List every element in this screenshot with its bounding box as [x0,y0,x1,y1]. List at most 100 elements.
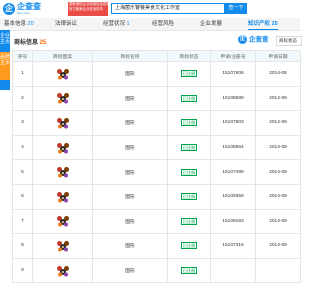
trademark-status-select[interactable]: 商标状态 [276,36,302,46]
table-row[interactable]: 4 图形 已注册 15108564 2014-08 [12,134,301,161]
cell-reg-no: 15108564 [210,134,256,161]
cell-status: 已注册 [167,61,211,87]
table-row[interactable]: 5 图形 已注册 15107489 2014-08 [12,159,301,185]
cell-reg-no: 15107316 [210,233,256,259]
cell-status: 已注册 [167,183,211,210]
cell-image [32,61,93,87]
table-row[interactable]: 2 图形 已注册 15108689 2014-08 [12,85,301,112]
cell-reg-no [210,257,256,284]
cell-status: 已注册 [167,233,211,259]
section-title: 商标信息 25 [14,40,47,46]
table-row[interactable]: 8 图形 已注册 15107316 2014-08 [12,233,301,259]
watermark-text: 企查查 [249,36,269,43]
trademark-image-icon [56,117,69,129]
status-badge: 已注册 [180,168,198,176]
status-badge: 已注册 [180,242,198,250]
status-badge: 已注册 [180,193,198,201]
notice-line-1: 国家授权企业信用信息查询平台 [69,2,108,6]
status-badge: 已注册 [180,267,198,275]
watermark-mark-icon: 企 [238,35,247,44]
table-row[interactable]: 6 图形 已注册 15109359 2014-08 [12,183,301,210]
cell-index: 4 [12,134,33,161]
cell-name: 图形 [92,61,168,87]
cell-date: 2014-08 [255,134,301,161]
cell-image [32,134,93,161]
status-badge: 已注册 [180,94,198,102]
tab-ip[interactable]: 知识产权 25 [248,19,278,30]
col-header-status: 商标状态 [167,50,211,62]
col-header-image: 商标图案 [32,50,93,62]
col-header-name: 商标名称 [92,50,168,62]
trademark-image-icon [56,240,69,252]
watermark-logo: 企 企查查 [238,35,274,45]
tab-basic-info[interactable]: 基本信息 20 [4,19,34,29]
search-button[interactable]: 查一下 [225,3,247,14]
table-row[interactable]: 3 图形 已注册 15107803 2014-08 [12,110,301,136]
cell-name: 图形 [92,233,168,259]
credit-notice-banner: 国家授权企业信用信息查询平台 官方备案企业征信机构 [68,2,108,16]
status-badge: 已注册 [180,217,198,225]
col-header-date: 申请日期 [255,50,301,62]
cell-image [32,85,93,112]
col-header-reg-no: 申请/注册号 [210,50,256,62]
cell-status: 已注册 [167,85,211,112]
status-badge: 已注册 [180,70,198,78]
cell-image [32,159,93,185]
cell-status: 已注册 [167,208,211,235]
tab-legal[interactable]: 法律诉讼 [55,19,77,29]
cell-name: 图形 [92,134,168,161]
cell-reg-no: 15109193 [210,208,256,235]
sidebar-brand-home[interactable]: 品牌主页 [0,52,10,80]
cell-date [255,257,301,284]
logo-text: 企查查 [17,2,41,11]
logo-subtext: Qcc.com [17,11,31,15]
logo-mark-icon: 企 [3,3,15,15]
table-row[interactable]: 1 图形 已注册 15107606 2014-08 [12,61,301,87]
cell-index: 2 [12,85,33,112]
qcc-logo[interactable]: 企 企查查 Qcc.com [3,3,63,15]
trademark-image-icon [56,265,69,277]
cell-index: 8 [12,233,33,259]
cell-name: 图形 [92,110,168,136]
cell-index: 5 [12,159,33,185]
top-header: 企 企查查 Qcc.com 国家授权企业信用信息查询平台 官方备案企业征信机构 … [0,0,300,19]
cell-status: 已注册 [167,257,211,284]
trademark-image-icon [56,167,69,178]
trademark-image-icon [56,68,69,80]
cell-name: 图形 [92,159,168,185]
cell-image [32,183,93,210]
section-count: 25 [39,40,47,46]
cell-name: 图形 [92,208,168,235]
cell-reg-no: 15107803 [210,110,256,136]
cell-date: 2014-08 [255,159,301,185]
status-badge: 已注册 [180,119,198,127]
cell-status: 已注册 [167,110,211,136]
cell-reg-no: 15107606 [210,61,256,87]
search-input[interactable]: 上海菌乐饕餮美食文化工作室 [111,3,225,14]
cell-name: 图形 [92,257,168,284]
cell-reg-no: 15108689 [210,85,256,112]
cell-image [32,208,93,235]
cell-index: 3 [12,110,33,136]
tab-operation[interactable]: 经营状况 1 [103,19,130,29]
tab-development[interactable]: 企业发展 [200,19,222,29]
cell-name: 图形 [92,85,168,112]
cell-index: 1 [12,61,33,87]
cell-image [32,257,93,284]
cell-name: 图形 [92,183,168,210]
tab-risk[interactable]: 经营风险 [152,19,174,29]
cell-reg-no: 15107489 [210,159,256,185]
table-row[interactable]: 7 图形 已注册 15109193 2014-08 [12,208,301,235]
cell-image [32,110,93,136]
trademark-image-icon [56,191,69,203]
cell-index: 9 [12,257,33,284]
nav-tabs: 基本信息 20 法律诉讼 经营状况 1 经营风险 企业发展 知识产权 25 [0,18,300,31]
cell-reg-no: 15109359 [210,183,256,210]
trademark-image-icon [56,93,69,104]
cell-date: 2014-08 [255,85,301,112]
cell-date: 2014-08 [255,61,301,87]
tab-count: 20 [27,21,34,27]
table-row[interactable]: 9 图形 已注册 [12,257,301,284]
cell-index: 7 [12,208,33,235]
trademark-table: 序号 商标图案 商标名称 商标状态 申请/注册号 申请日期 1 图形 已注册 1510… [12,50,301,284]
